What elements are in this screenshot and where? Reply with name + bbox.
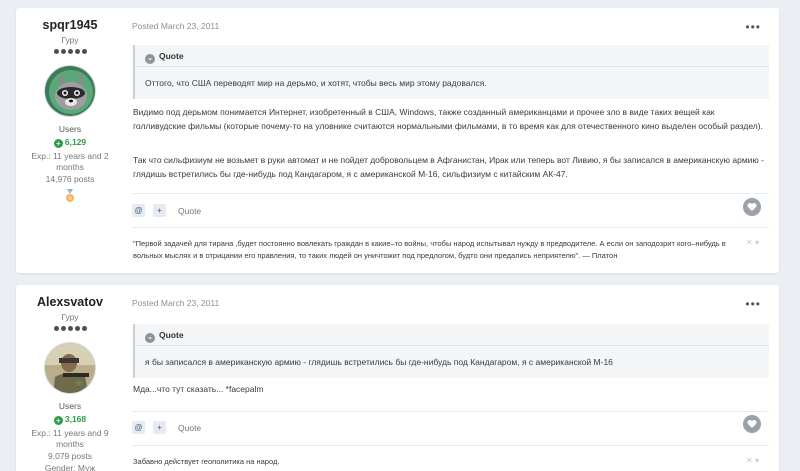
author-rank: Гуру — [61, 35, 79, 45]
author-group: Users — [58, 401, 82, 411]
author-panel: Alexsvatov Гуру Users +3,168 Exp.: 11 ye… — [16, 285, 124, 471]
author-post-count: 9,079 posts — [48, 451, 92, 461]
soldier-avatar-icon — [45, 343, 95, 393]
post-date[interactable]: Posted March 23, 2011 — [132, 298, 219, 308]
rank-pips — [16, 326, 124, 334]
author-panel: spqr1945 Гуру Users +6,129 Exp.: 11 year… — [16, 8, 124, 273]
post-paragraph: Мда...что тут сказать... *facepalm — [133, 384, 264, 394]
quote-chevron-icon[interactable]: ⌄ — [145, 333, 155, 343]
post: spqr1945 Гуру Users +6,129 Exp.: 11 year… — [16, 8, 779, 273]
post-controls: @ + Quote — [132, 415, 769, 437]
avatar[interactable] — [44, 65, 96, 117]
quote-block: ⌄ Quote Оттого, что США переводят мир на … — [133, 45, 769, 99]
author-name[interactable]: Alexsvatov — [16, 295, 124, 309]
post-controls: @ + Quote — [132, 198, 769, 220]
reputation: +6,129 — [16, 137, 124, 148]
divider — [132, 227, 769, 228]
quote-label: Quote — [159, 330, 184, 340]
avatar[interactable] — [44, 342, 96, 394]
divider — [132, 193, 769, 194]
reputation-value: 6,129 — [64, 137, 87, 147]
mention-button[interactable]: @ — [132, 421, 145, 435]
signature-close-icon[interactable]: ✕ ▾ — [746, 238, 759, 247]
post: Alexsvatov Гуру Users +3,168 Exp.: 11 ye… — [16, 285, 779, 471]
signature-close-icon[interactable]: ✕ ▾ — [746, 456, 759, 465]
quote-chevron-icon[interactable]: ⌄ — [145, 54, 155, 64]
post-paragraph: Видимо под дерьмом понимается Интернет, … — [133, 107, 763, 131]
author-name[interactable]: spqr1945 — [16, 18, 124, 32]
post-content: Posted March 23, 2011 ••• ⌄ Quote Оттого,… — [132, 8, 769, 273]
signature: "Первой задачей для тирана ,будет постоя… — [133, 239, 726, 260]
divider — [132, 445, 769, 446]
raccoon-avatar-icon — [45, 66, 95, 116]
rank-pips — [16, 49, 124, 57]
quote-text: Оттого, что США переводят мир на дерьмо,… — [145, 78, 487, 88]
author-joined: Exp.: 11 years and 2 months — [31, 151, 109, 172]
medal-icon — [65, 189, 75, 203]
reputation-plus-icon: + — [53, 416, 63, 425]
quote-button[interactable]: Quote — [178, 423, 201, 433]
multiquote-button[interactable]: + — [153, 204, 166, 218]
author-gender: Gender: Муж — [44, 463, 96, 471]
reputation-value: 3,168 — [64, 414, 87, 424]
like-heart-icon[interactable] — [743, 415, 761, 433]
post-paragraph: Так что сильфизиум не возьмет в руки авт… — [133, 155, 764, 179]
quote-button[interactable]: Quote — [178, 206, 201, 216]
post-content: Posted March 23, 2011 ••• ⌄ Quote я бы за… — [132, 285, 769, 471]
more-options-icon[interactable]: ••• — [745, 297, 761, 311]
more-options-icon[interactable]: ••• — [745, 20, 761, 34]
divider — [132, 411, 769, 412]
quote-label: Quote — [159, 51, 184, 61]
quote-text: я бы записался в американскую армию - гл… — [145, 357, 613, 367]
author-rank: Гуру — [61, 312, 79, 322]
signature: Забавно действует геополитика на народ. — [133, 457, 280, 466]
author-group: Users — [58, 124, 82, 134]
quote-block: ⌄ Quote я бы записался в американскую арм… — [133, 324, 769, 378]
reputation: +3,168 — [16, 414, 124, 425]
author-joined: Exp.: 11 years and 9 months — [31, 428, 109, 449]
quote-header: ⌄ Quote — [135, 324, 769, 346]
like-heart-icon[interactable] — [743, 198, 761, 216]
mention-button[interactable]: @ — [132, 204, 145, 218]
reputation-plus-icon: + — [53, 139, 63, 148]
multiquote-button[interactable]: + — [153, 421, 166, 435]
post-date[interactable]: Posted March 23, 2011 — [132, 21, 219, 31]
quote-header: ⌄ Quote — [135, 45, 769, 67]
author-post-count: 14,976 posts — [45, 174, 95, 184]
